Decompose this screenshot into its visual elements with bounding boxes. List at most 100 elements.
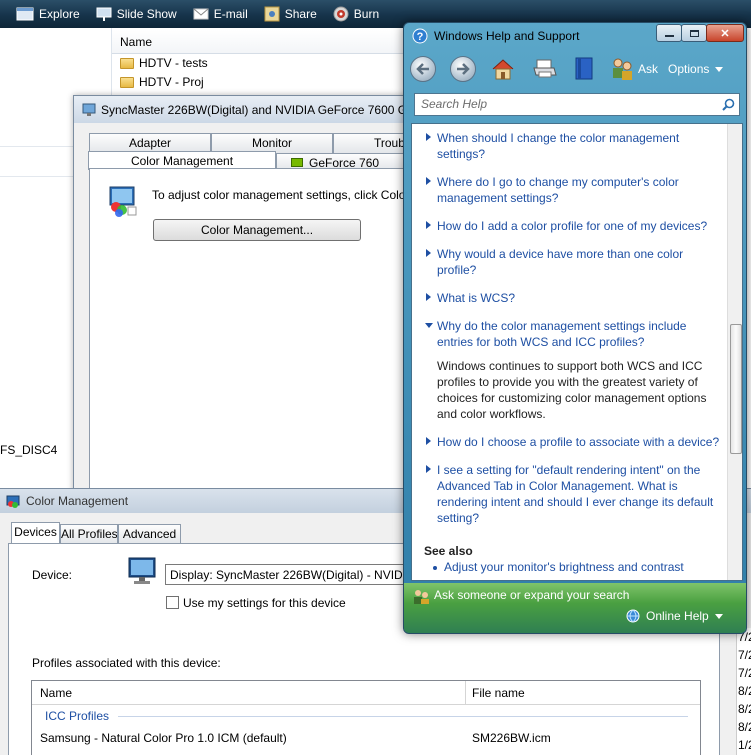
table-row[interactable]: Samsung - Natural Color Pro 1.0 ICM (def… [32,728,700,748]
email-button[interactable]: E-mail [185,0,256,28]
use-my-settings-checkbox[interactable] [166,596,179,609]
slideshow-button[interactable]: Slide Show [88,0,185,28]
help-topic-link[interactable]: How do I add a color profile for one of … [412,218,722,234]
display-dialog-titlebar[interactable]: SyncMaster 226BW(Digital) and NVIDIA GeF… [74,96,412,123]
help-topic-link[interactable]: When should I change the color managemen… [412,130,722,162]
help-topic-link[interactable]: What is WCS? [412,290,722,306]
chevron-down-icon [715,66,724,72]
tab-monitor[interactable]: Monitor [211,133,333,153]
help-window-title: Windows Help and Support [434,29,580,43]
help-topic-link[interactable]: I see a setting for "default rendering i… [412,462,722,526]
options-label: Options [668,62,710,76]
explore-label: Explore [39,7,80,21]
tab-devices[interactable]: Devices [11,522,60,544]
help-scrollbar[interactable] [727,124,742,580]
use-my-settings-label: Use my settings for this device [183,596,346,610]
email-icon [193,8,209,20]
file-item[interactable]: HDTV - Proj [120,73,204,91]
tab-all-profiles[interactable]: All Profiles [60,524,118,544]
help-topic-link[interactable]: How do I choose a profile to associate w… [412,434,722,450]
expand-arrow-icon [426,249,431,257]
help-and-support-window: ? Windows Help and Support ✕ Ask Options… [403,22,747,634]
see-also-link[interactable]: Adjust your monitor's brightness and con… [444,560,684,574]
help-topic-text: When should I change the color managemen… [437,131,680,161]
print-icon[interactable] [532,57,558,81]
search-help-input[interactable]: Search Help [414,93,740,116]
device-select[interactable]: Display: SyncMaster 226BW(Digital) - NVI… [165,564,410,585]
help-topic-text: Why would a device have more than one co… [437,247,684,277]
color-management-icon [6,495,20,508]
back-button[interactable] [410,56,436,82]
online-help-label: Online Help [646,609,709,623]
slideshow-label: Slide Show [116,7,177,21]
expand-arrow-icon [426,133,431,141]
share-button[interactable]: Share [256,0,325,28]
help-topic-text: I see a setting for "default rendering i… [437,463,714,525]
help-icon: ? [412,28,428,44]
burn-icon [333,6,349,22]
date-cell: 8/2 [738,720,751,734]
close-icon: ✕ [720,27,730,40]
group-divider [118,716,688,717]
tab-advanced[interactable]: Advanced [118,524,181,544]
explore-button[interactable]: Explore [8,0,88,28]
online-help-button[interactable]: Online Help [626,609,723,623]
expand-arrow-icon [426,221,431,229]
date-cell: 1/2 [738,738,751,752]
help-topic-link[interactable]: Why would a device have more than one co… [412,246,722,278]
share-label: Share [284,7,317,21]
ask-icon[interactable] [610,56,634,82]
device-label: Device: [32,568,73,582]
bullet-icon [433,566,437,570]
folder-icon [120,57,134,69]
maximize-button[interactable] [681,24,707,42]
profile-file-name: SM226BW.icm [472,731,551,745]
collapse-arrow-icon [425,323,433,328]
forward-arrow-icon [457,63,470,75]
color-management-title: Color Management [26,494,129,508]
expand-arrow-icon [426,465,431,473]
ask-someone-icon [414,590,429,604]
burn-button[interactable]: Burn [325,0,387,28]
svg-text:?: ? [417,31,424,43]
help-topic-link[interactable]: Where do I go to change my computer's co… [412,174,722,206]
date-cell: 8/2 [738,702,751,716]
minimize-button[interactable] [656,24,682,42]
search-icon[interactable] [722,98,735,111]
forward-button[interactable] [450,56,476,82]
file-item[interactable]: HDTV - tests [120,54,208,72]
display-tabs-back: Adapter Monitor Troubl [89,133,412,153]
color-management-button[interactable]: Color Management... [153,219,361,241]
profiles-table: Name File name ICC Profiles Samsung - Na… [31,680,701,755]
date-cell: 8/2 [738,684,751,698]
nav-item-fs-disc4[interactable]: FS_DISC4 [0,443,57,457]
tab-troubleshoot[interactable]: Troubl [333,133,412,153]
column-header-file-name[interactable]: File name [472,686,525,700]
color-management-icon [109,186,137,217]
see-also-heading: See also [424,544,473,558]
home-icon[interactable] [490,57,516,81]
expand-arrow-icon [426,177,431,185]
file-item-label: HDTV - tests [139,56,208,70]
date-cell: 7/2 [738,666,751,680]
scrollbar-thumb[interactable] [730,324,742,454]
close-button[interactable]: ✕ [706,24,744,42]
expand-arrow-icon [426,437,431,445]
options-button[interactable]: Options [668,62,724,76]
profile-name: Samsung - Natural Color Pro 1.0 ICM (def… [40,731,287,745]
date-column-fragment: 7/2 7/2 7/2 8/2 8/2 8/2 1/2 [736,628,751,755]
ask-button[interactable]: Ask [638,62,658,76]
help-topic-link-expanded[interactable]: Why do the color management settings inc… [412,318,722,350]
slideshow-icon [96,7,112,21]
tab-adapter[interactable]: Adapter [89,133,211,153]
browse-help-icon[interactable] [572,56,596,82]
date-cell: 7/2 [738,648,751,662]
help-bottom-bar: Ask someone or expand your search Online… [404,583,746,633]
help-topic-text: How do I add a color profile for one of … [437,219,708,233]
column-header-name[interactable]: Name [112,30,412,54]
burn-label: Burn [353,7,380,21]
column-header-name[interactable]: Name [40,686,72,700]
globe-icon [626,609,640,623]
ask-expand-link[interactable]: Ask someone or expand your search [434,588,629,602]
help-topic-text: Where do I go to change my computer's co… [437,175,679,205]
